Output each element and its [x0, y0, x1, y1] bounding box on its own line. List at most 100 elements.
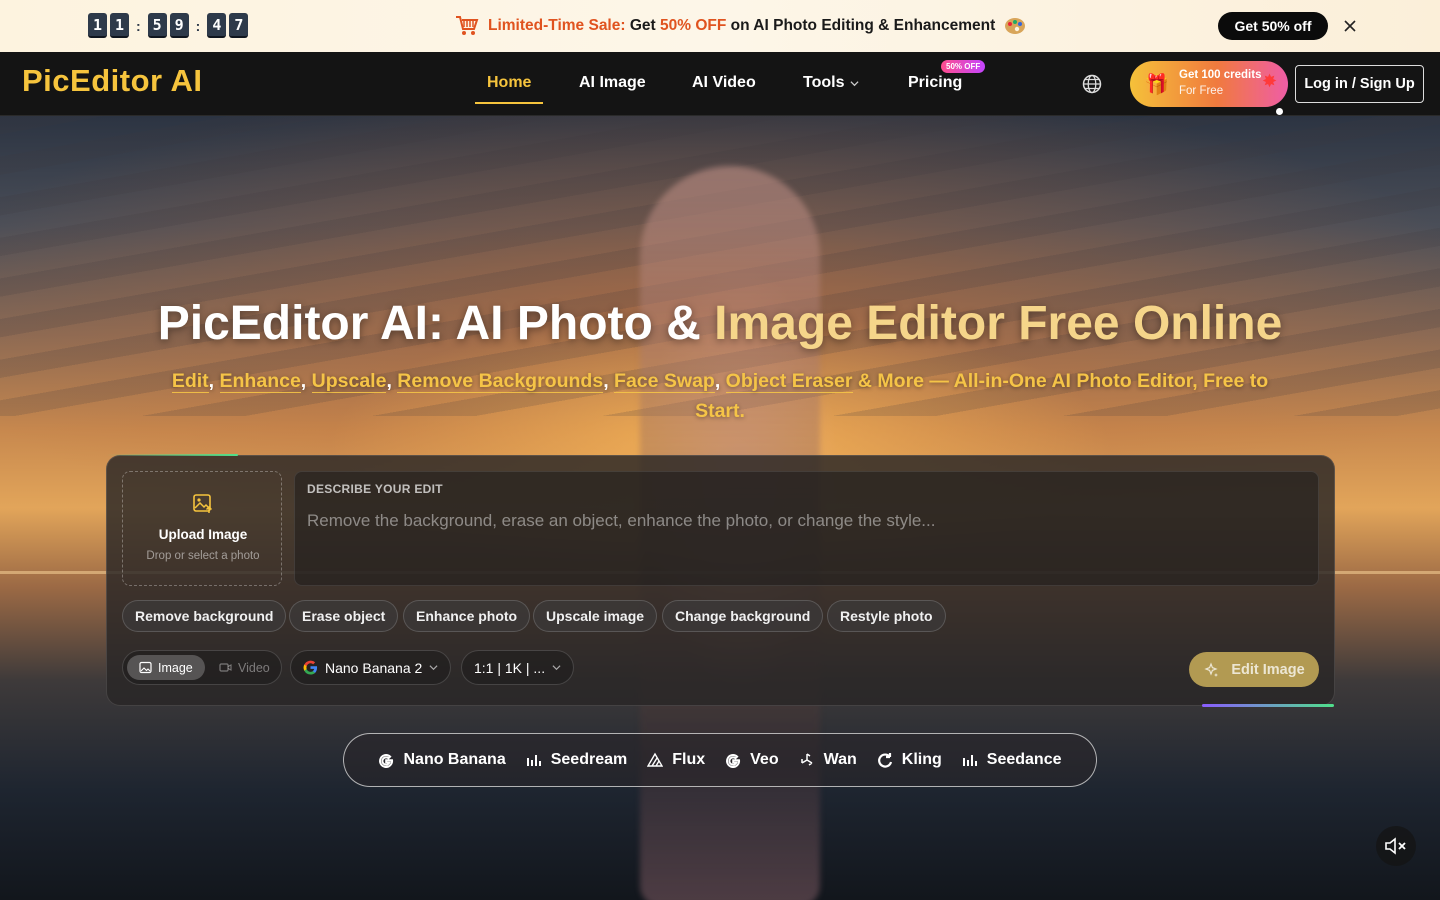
countdown-digit: 1 [88, 13, 107, 38]
image-icon [139, 661, 152, 674]
nav-home[interactable]: Home [487, 74, 531, 92]
separator: , [386, 370, 392, 392]
chip-remove-background[interactable]: Remove background [122, 600, 287, 632]
pinwheel-icon [800, 753, 813, 766]
model-wan[interactable]: Wan [799, 751, 857, 769]
notification-dot [1276, 108, 1283, 115]
prompt-box: DESCRIBE YOUR EDIT [294, 471, 1319, 586]
sale-text: Get [629, 17, 656, 34]
mute-button[interactable] [1376, 826, 1416, 866]
triangle-icon [647, 752, 664, 767]
model-select-value: Nano Banana 2 [325, 659, 423, 676]
google-icon [303, 660, 318, 675]
chip-change-background[interactable]: Change background [662, 600, 824, 632]
speaker-muted-icon [1385, 837, 1406, 855]
sparkle-icon: ✸ [1262, 71, 1278, 91]
free-credits-button[interactable]: 🎁 Get 100 credits For Free ✸ [1130, 61, 1288, 107]
model-flux[interactable]: Flux [647, 751, 705, 769]
edit-description-input[interactable] [307, 506, 1297, 536]
nav-ai-video[interactable]: AI Video [692, 74, 756, 92]
chevron-down-icon [552, 665, 561, 671]
credits-subtitle: For Free [1179, 85, 1224, 97]
site-logo[interactable]: PicEditor AI [22, 63, 203, 99]
link-remove-backgrounds[interactable]: Remove Backgrounds [397, 370, 604, 393]
sale-highlight: 50% OFF [660, 17, 727, 34]
chip-upscale-image[interactable]: Upscale image [533, 600, 658, 632]
sale-text: on AI Photo Editing & Enhancement [730, 17, 996, 34]
page-title: PicEditor AI: AI Photo & Image Editor Fr… [0, 296, 1440, 351]
google-g-icon [726, 754, 741, 768]
separator: , [300, 370, 307, 392]
globe-icon[interactable] [1082, 74, 1102, 94]
upload-image-dropzone[interactable]: Upload Image Drop or select a photo [122, 471, 282, 586]
model-name: Nano Banana [403, 751, 506, 768]
chip-restyle-photo[interactable]: Restyle photo [827, 600, 946, 632]
chip-enhance-photo[interactable]: Enhance photo [403, 600, 531, 632]
chevron-down-icon [850, 80, 860, 86]
supported-models-bar: Nano Banana Seedream Flux Veo Wan Kling … [343, 733, 1097, 787]
bars-icon [962, 755, 977, 766]
countdown-digit: 4 [207, 13, 227, 38]
promo-message: Limited-Time Sale: Get 50% OFF on AI Pho… [455, 15, 1026, 37]
model-select[interactable]: Nano Banana 2 [290, 650, 452, 685]
nav-tools-label: Tools [803, 74, 845, 91]
media-type-toggle: Image Video [122, 650, 282, 685]
upload-subtitle: Drop or select a photo [146, 550, 260, 562]
model-name: Seedream [550, 751, 628, 768]
nav-tools[interactable]: Tools [803, 74, 860, 92]
google-g-icon [379, 754, 394, 768]
pricing-badge: 50% OFF [941, 60, 986, 73]
countdown-digit: 1 [110, 13, 129, 38]
edit-image-label: Edit Image [1231, 661, 1305, 678]
link-upscale[interactable]: Upscale [311, 370, 387, 393]
image-upload-icon [193, 494, 213, 513]
chip-erase-object[interactable]: Erase object [289, 600, 399, 632]
model-name: Wan [823, 751, 857, 768]
swirl-icon [877, 753, 892, 768]
get-discount-button[interactable]: Get 50% off [1218, 12, 1328, 40]
model-kling[interactable]: Kling [877, 751, 942, 769]
link-enhance[interactable]: Enhance [219, 370, 301, 393]
gift-icon: 🎁 [1144, 74, 1169, 96]
link-face-swap[interactable]: Face Swap [614, 370, 715, 393]
prompt-label: DESCRIBE YOUR EDIT [307, 482, 443, 496]
model-seedance[interactable]: Seedance [962, 751, 1062, 769]
model-seedream[interactable]: Seedream [526, 751, 628, 769]
edit-image-button[interactable]: Edit Image [1189, 652, 1319, 687]
model-name: Flux [672, 751, 706, 768]
link-edit[interactable]: Edit [171, 370, 209, 393]
ratio-select-value: 1:1 | 1K | ... [474, 659, 546, 676]
separator: , [208, 370, 215, 392]
model-name: Seedance [986, 751, 1062, 768]
ratio-select[interactable]: 1:1 | 1K | ... [461, 650, 575, 685]
hero-section: PicEditor AI: AI Photo & Image Editor Fr… [0, 116, 1440, 900]
mode-image[interactable]: Image [127, 655, 205, 680]
countdown-colon: : [136, 17, 141, 34]
active-tab-indicator [475, 102, 543, 104]
separator: , [714, 370, 721, 392]
main-navbar: PicEditor AI Home AI Image AI Video Tool… [0, 52, 1440, 116]
countdown-digit: 7 [229, 13, 249, 38]
login-signup-button[interactable]: Log in / Sign Up [1295, 65, 1424, 103]
link-object-eraser[interactable]: Object Eraser [725, 370, 853, 393]
panel-glow [1202, 704, 1334, 707]
promo-banner: 1 1 : 5 9 : 4 7 Limited-Time Sale: Get 5… [0, 0, 1440, 52]
separator: , [603, 370, 609, 392]
video-icon [219, 663, 232, 672]
title-highlight: Image Editor Free Online [714, 297, 1283, 350]
countdown-colon: : [195, 17, 201, 34]
model-name: Veo [750, 751, 779, 768]
model-nano-banana[interactable]: Nano Banana [378, 751, 506, 769]
nav-ai-image[interactable]: AI Image [579, 74, 646, 92]
nav-pricing[interactable]: Pricing [908, 74, 962, 92]
close-icon[interactable] [1342, 18, 1358, 34]
sparkles-icon [1204, 661, 1219, 677]
hero-subtitle: Edit, Enhance, Upscale, Remove Backgroun… [150, 366, 1290, 426]
mode-video[interactable]: Video [207, 655, 282, 680]
panel-glow [106, 454, 238, 456]
upload-title: Upload Image [158, 527, 248, 542]
mode-image-label: Image [158, 660, 193, 675]
model-name: Kling [901, 751, 942, 768]
countdown-timer: 1 1 : 5 9 : 4 7 [88, 13, 249, 38]
model-veo[interactable]: Veo [725, 751, 779, 769]
